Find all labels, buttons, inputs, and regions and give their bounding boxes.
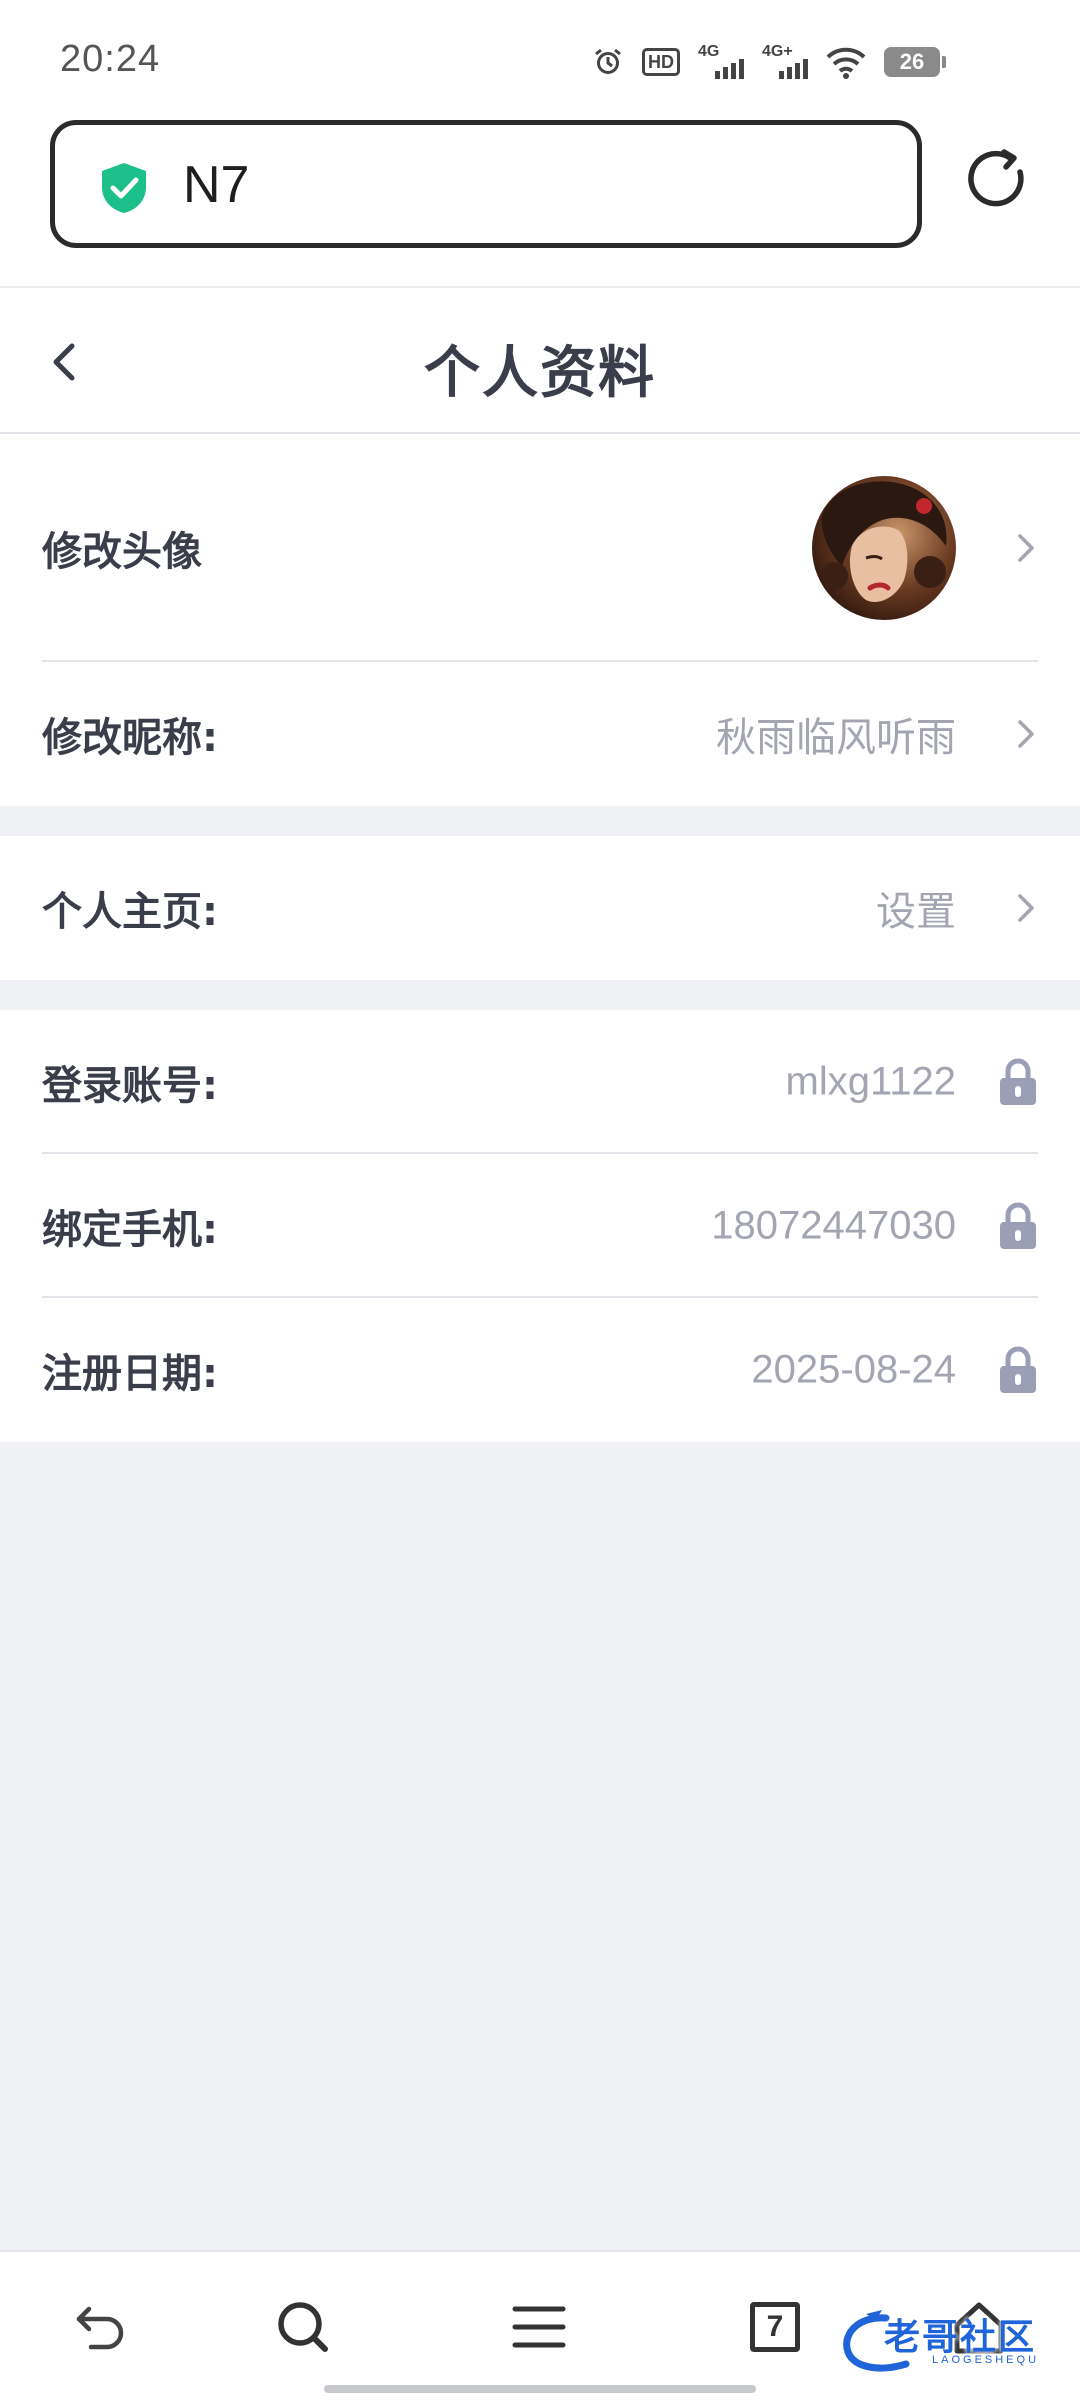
account-info-section: 登录账号: mlxg1122 绑定手机: 18072447030 注册日期: 2… xyxy=(0,1010,1080,1442)
chevron-right-icon xyxy=(1014,530,1038,566)
back-arrow-icon[interactable] xyxy=(66,2292,136,2362)
register-date-value: 2025-08-24 xyxy=(751,1347,956,1392)
chevron-right-icon xyxy=(1014,890,1038,926)
homepage-value: 设置 xyxy=(876,889,956,935)
lock-icon xyxy=(998,1058,1038,1106)
profile-basic-section: 修改头像 修改昵称: 秋雨临风听雨 xyxy=(0,434,1080,806)
battery-icon: 26 xyxy=(884,47,946,77)
wifi-icon xyxy=(826,45,866,79)
watermark-subtext: LAOGESHEQU xyxy=(932,2354,1040,2366)
reload-icon[interactable] xyxy=(966,148,1028,210)
signal-4g-plus-icon: 4G+ xyxy=(762,43,808,79)
hd-voice-icon: HD xyxy=(642,48,680,76)
url-text: N7 xyxy=(183,156,250,214)
homepage-row[interactable]: 个人主页: 设置 xyxy=(0,836,1080,980)
change-avatar-label: 修改头像 xyxy=(42,529,202,575)
login-account-value: mlxg1122 xyxy=(785,1059,956,1104)
address-bar-row: N7 xyxy=(0,110,1080,286)
login-account-row: 登录账号: mlxg1122 xyxy=(0,1010,1080,1154)
chevron-right-icon xyxy=(1014,716,1038,752)
homepage-section: 个人主页: 设置 xyxy=(0,836,1080,980)
bound-phone-label: 绑定手机: xyxy=(42,1207,218,1253)
avatar[interactable] xyxy=(812,476,956,620)
watermark-text: 老哥社区 xyxy=(884,2317,1037,2358)
tabs-button[interactable]: 7 xyxy=(740,2292,810,2362)
bound-phone-value: 18072447030 xyxy=(711,1203,956,1248)
register-date-label: 注册日期: xyxy=(42,1351,218,1397)
homepage-label: 个人主页: xyxy=(42,889,218,935)
watermark-logo: 老哥社区 LAOGESHEQU xyxy=(836,2306,1076,2376)
change-nickname-row[interactable]: 修改昵称: 秋雨临风听雨 xyxy=(0,662,1080,806)
nickname-value: 秋雨临风听雨 xyxy=(716,715,956,761)
secure-shield-icon xyxy=(99,161,149,215)
page-title: 个人资料 xyxy=(424,341,656,406)
login-account-label: 登录账号: xyxy=(42,1063,218,1109)
search-icon[interactable] xyxy=(268,2292,338,2362)
signal-4g-icon: 4G xyxy=(698,43,744,79)
register-date-row: 注册日期: 2025-08-24 xyxy=(0,1298,1080,1442)
page-header: 个人资料 xyxy=(0,286,1080,434)
change-nickname-label: 修改昵称: xyxy=(42,715,218,761)
lock-icon xyxy=(998,1346,1038,1394)
bound-phone-row: 绑定手机: 18072447030 xyxy=(0,1154,1080,1298)
status-bar: 20:24 HD 4G 4G+ 26 xyxy=(0,0,1080,110)
tab-count: 7 xyxy=(750,2302,800,2352)
alarm-icon xyxy=(592,46,624,78)
home-indicator[interactable] xyxy=(324,2385,756,2393)
status-icons: HD 4G 4G+ 26 xyxy=(592,42,946,82)
url-bar[interactable]: N7 xyxy=(50,120,922,248)
change-avatar-row[interactable]: 修改头像 xyxy=(0,434,1080,662)
lock-icon xyxy=(998,1202,1038,1250)
menu-icon[interactable] xyxy=(504,2292,574,2362)
status-time: 20:24 xyxy=(60,38,161,80)
